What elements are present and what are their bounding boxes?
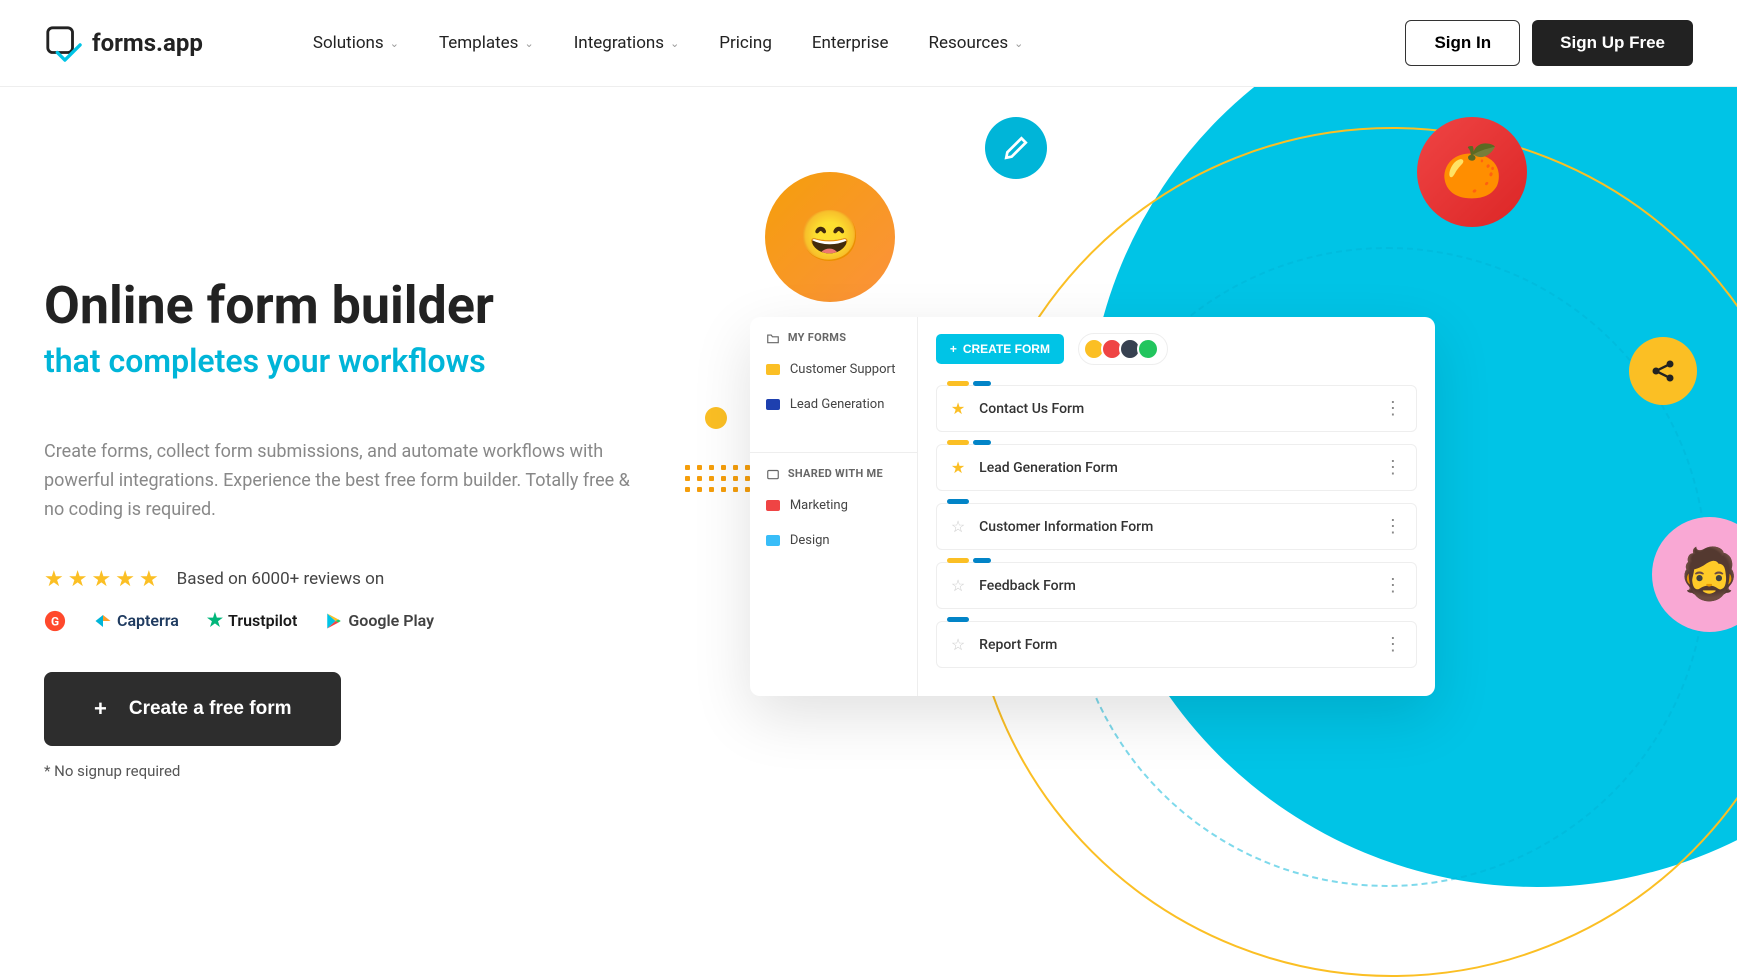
star-outline-icon[interactable]: ☆	[951, 517, 965, 536]
folder-icon	[766, 535, 780, 546]
shared-folder-icon	[766, 468, 780, 480]
form-name: Report Form	[979, 637, 1057, 653]
nav-integrations[interactable]: Integrations⌄	[574, 33, 680, 53]
sidebar-section: SHARED WITH ME	[750, 452, 917, 488]
star-icon: ★	[91, 567, 111, 592]
signin-button[interactable]: Sign In	[1405, 20, 1520, 66]
more-icon[interactable]: ⋮	[1384, 516, 1402, 537]
plus-icon: +	[950, 342, 957, 356]
star-outline-icon[interactable]: ☆	[951, 576, 965, 595]
hero-description: Create forms, collect form submissions, …	[44, 438, 654, 524]
hero-section: Online form builder that completes your …	[0, 87, 1737, 847]
plus-icon: +	[94, 696, 107, 722]
folder-icon	[766, 399, 780, 410]
star-icon[interactable]: ★	[951, 458, 965, 477]
avatar: 😄	[765, 172, 895, 302]
g2-logo[interactable]: G	[44, 610, 66, 632]
sidebar-item-lead-generation[interactable]: Lead Generation	[750, 387, 917, 422]
avatar	[1137, 338, 1159, 360]
star-rating: ★ ★ ★ ★ ★	[44, 567, 159, 592]
form-card[interactable]: ☆ Report Form ⋮	[936, 621, 1417, 668]
more-icon[interactable]: ⋮	[1384, 457, 1402, 478]
star-outline-icon[interactable]: ☆	[951, 635, 965, 654]
hero-visual: 😄 🍊 🧔 MY FORMS Customer Support Lead Gen…	[695, 87, 1737, 847]
signup-button[interactable]: Sign Up Free	[1532, 20, 1693, 66]
more-icon[interactable]: ⋮	[1384, 634, 1402, 655]
svg-text:G: G	[51, 614, 59, 628]
pencil-bubble	[985, 117, 1047, 179]
chevron-down-icon: ⌄	[524, 37, 533, 50]
sidebar-item-marketing[interactable]: Marketing	[750, 488, 917, 523]
review-logos: G Capterra ★ Trustpilot Google Play	[44, 610, 700, 632]
star-icon: ★	[44, 567, 64, 592]
trustpilot-logo[interactable]: ★ Trustpilot	[207, 610, 297, 631]
rating-row: ★ ★ ★ ★ ★ Based on 6000+ reviews on	[44, 567, 700, 592]
nav-templates[interactable]: Templates⌄	[439, 33, 534, 53]
capterra-logo[interactable]: Capterra	[94, 611, 179, 630]
logo[interactable]: forms.app	[44, 24, 203, 62]
form-name: Customer Information Form	[979, 519, 1153, 535]
pencil-icon	[1003, 135, 1029, 161]
folder-icon	[766, 332, 780, 344]
logo-icon	[44, 24, 82, 62]
header-actions: Sign In Sign Up Free	[1405, 20, 1693, 66]
avatar: 🍊	[1417, 117, 1527, 227]
mockup-sidebar: MY FORMS Customer Support Lead Generatio…	[750, 317, 918, 696]
folder-icon	[766, 500, 780, 511]
create-form-button[interactable]: + CREATE FORM	[936, 334, 1064, 364]
star-icon: ★	[139, 567, 159, 592]
form-name: Contact Us Form	[979, 401, 1084, 417]
form-name: Feedback Form	[979, 578, 1076, 594]
mockup-content: + CREATE FORM ★ Contact Us Form ⋮	[918, 317, 1435, 696]
star-icon: ★	[207, 610, 223, 631]
form-name: Lead Generation Form	[979, 460, 1118, 476]
create-free-form-button[interactable]: + Create a free form	[44, 672, 341, 746]
googleplay-logo[interactable]: Google Play	[325, 611, 434, 630]
sidebar-item-customer-support[interactable]: Customer Support	[750, 352, 917, 387]
form-card[interactable]: ☆ Feedback Form ⋮	[936, 562, 1417, 609]
mockup-toolbar: + CREATE FORM	[936, 333, 1417, 365]
nav-enterprise[interactable]: Enterprise	[812, 33, 889, 53]
rating-text: Based on 6000+ reviews on	[177, 569, 385, 589]
brand-name: forms.app	[92, 29, 203, 57]
header: forms.app Solutions⌄ Templates⌄ Integrat…	[0, 0, 1737, 87]
hero-subtitle: that completes your workflows	[44, 342, 700, 380]
chevron-down-icon: ⌄	[390, 37, 399, 50]
chevron-down-icon: ⌄	[670, 37, 679, 50]
sidebar-heading-shared: SHARED WITH ME	[766, 467, 901, 480]
nav-pricing[interactable]: Pricing	[719, 33, 772, 53]
collaborator-avatars[interactable]	[1078, 333, 1168, 365]
hero-left: Online form builder that completes your …	[0, 87, 700, 847]
nav-resources[interactable]: Resources⌄	[929, 33, 1024, 53]
hero-title: Online form builder	[44, 277, 700, 334]
share-bubble	[1629, 337, 1697, 405]
app-mockup: MY FORMS Customer Support Lead Generatio…	[750, 317, 1435, 696]
sidebar-section: MY FORMS	[750, 317, 917, 352]
cta-note: * No signup required	[44, 762, 700, 780]
chevron-down-icon: ⌄	[1014, 37, 1023, 50]
form-card[interactable]: ★ Contact Us Form ⋮	[936, 385, 1417, 432]
nav-solutions[interactable]: Solutions⌄	[313, 33, 399, 53]
star-icon: ★	[115, 567, 135, 592]
folder-icon	[766, 364, 780, 375]
sidebar-heading-myforms: MY FORMS	[766, 331, 901, 344]
main-nav: Solutions⌄ Templates⌄ Integrations⌄ Pric…	[313, 33, 1023, 53]
form-card[interactable]: ★ Lead Generation Form ⋮	[936, 444, 1417, 491]
decorative-dot	[705, 407, 727, 429]
form-card[interactable]: ☆ Customer Information Form ⋮	[936, 503, 1417, 550]
more-icon[interactable]: ⋮	[1384, 398, 1402, 419]
star-icon[interactable]: ★	[951, 399, 965, 418]
share-icon	[1649, 357, 1677, 385]
more-icon[interactable]: ⋮	[1384, 575, 1402, 596]
star-icon: ★	[68, 567, 88, 592]
sidebar-item-design[interactable]: Design	[750, 523, 917, 558]
